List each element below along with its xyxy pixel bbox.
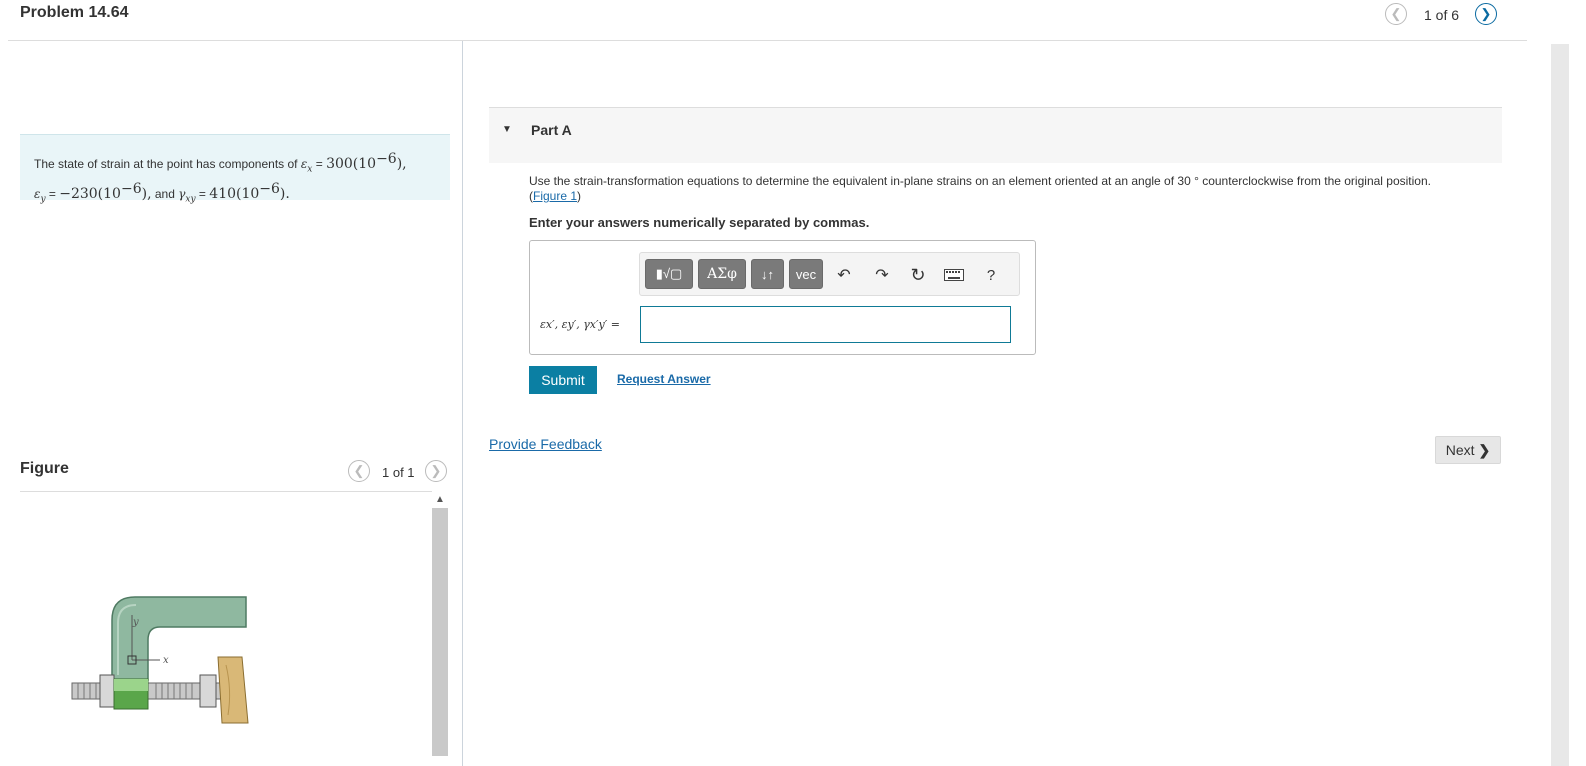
chevron-left-icon: ❮ <box>353 463 365 478</box>
scroll-up-icon[interactable]: ▲ <box>432 492 448 506</box>
page-scrollbar[interactable] <box>1551 44 1569 766</box>
epsilon-y-exp: −6 <box>120 181 142 198</box>
figure-pager: 1 of 1 <box>382 465 415 480</box>
chevron-right-icon: ❯ <box>1478 441 1491 458</box>
problem-title: Problem 14.64 <box>20 4 129 21</box>
vec-label: vec <box>795 266 817 282</box>
arrows-button[interactable]: ↓↑ <box>751 259 784 289</box>
undo-icon[interactable]: ↶ <box>832 263 856 287</box>
greek-icon: ΑΣφ <box>707 266 737 282</box>
chevron-right-icon: ❯ <box>1480 6 1492 21</box>
gamma-xy-exp: −6 <box>259 181 280 198</box>
keyboard-icon[interactable] <box>942 263 966 287</box>
and-text: and <box>154 187 175 202</box>
templates-icon: ▮√▢ <box>655 266 683 281</box>
problem-pager: 1 of 6 <box>1424 7 1460 23</box>
chevron-left-icon: ❮ <box>1390 6 1402 21</box>
c-clamp-figure: y x <box>71 596 249 724</box>
vec-button[interactable]: vec <box>789 259 823 289</box>
prev-figure-button[interactable]: ❮ <box>348 460 370 482</box>
collapse-arrow-icon[interactable]: ▼ <box>502 124 512 135</box>
answer-label: εx′, εy′, γx′y′ = <box>540 318 620 331</box>
figure-link[interactable]: Figure 1 <box>533 189 577 203</box>
gamma-xy-sub: xy <box>185 194 196 205</box>
next-problem-button[interactable]: ❯ <box>1475 3 1497 25</box>
greek-button[interactable]: ΑΣφ <box>698 259 746 289</box>
header-divider <box>8 40 1527 41</box>
question-body: Use the strain-transformation equations … <box>529 174 1431 188</box>
part-a-header[interactable] <box>489 107 1502 163</box>
math-toolbar: ▮√▢ ΑΣφ ↓↑ vec ↶ ↷ ↻ ? <box>639 252 1020 296</box>
problem-text: The state of strain at the point has com… <box>34 157 298 171</box>
part-a-label: Part A <box>531 122 572 138</box>
submit-button[interactable]: Submit <box>529 366 597 394</box>
epsilon-x-value: 300(10 <box>326 156 377 172</box>
y-axis-label: y <box>132 617 139 628</box>
templates-button[interactable]: ▮√▢ <box>645 259 693 289</box>
instruction-text: Enter your answers numerically separated… <box>529 215 870 230</box>
gamma-xy-value: 410(10 <box>209 186 260 203</box>
provide-feedback-link[interactable]: Provide Feedback <box>489 436 602 452</box>
problem-statement: The state of strain at the point has com… <box>20 134 450 205</box>
epsilon-x-sub: x <box>307 164 313 175</box>
figure-scroll-thumb[interactable] <box>432 508 448 756</box>
next-button[interactable]: Next ❯ <box>1435 436 1501 464</box>
figure-divider <box>20 491 432 492</box>
column-divider <box>462 41 463 766</box>
reset-icon[interactable]: ↻ <box>906 263 930 287</box>
chevron-right-icon: ❯ <box>430 463 442 478</box>
request-answer-link[interactable]: Request Answer <box>617 372 711 386</box>
help-icon[interactable]: ? <box>979 263 1003 287</box>
epsilon-y-value: −230(10 <box>59 186 121 203</box>
help-label: ? <box>986 266 996 284</box>
next-figure-button[interactable]: ❯ <box>425 460 447 482</box>
x-axis-label: x <box>163 655 169 666</box>
epsilon-y-sub: y <box>40 194 46 205</box>
answer-input[interactable] <box>640 306 1011 343</box>
epsilon-x-exp: −6 <box>376 151 397 167</box>
next-label: Next <box>1445 442 1475 458</box>
question-text: Use the strain-transformation equations … <box>529 174 1431 203</box>
figure-title: Figure <box>20 460 69 477</box>
sort-arrows-icon: ↓↑ <box>761 266 774 282</box>
redo-icon[interactable]: ↷ <box>870 263 894 287</box>
prev-problem-button[interactable]: ❮ <box>1385 3 1407 25</box>
